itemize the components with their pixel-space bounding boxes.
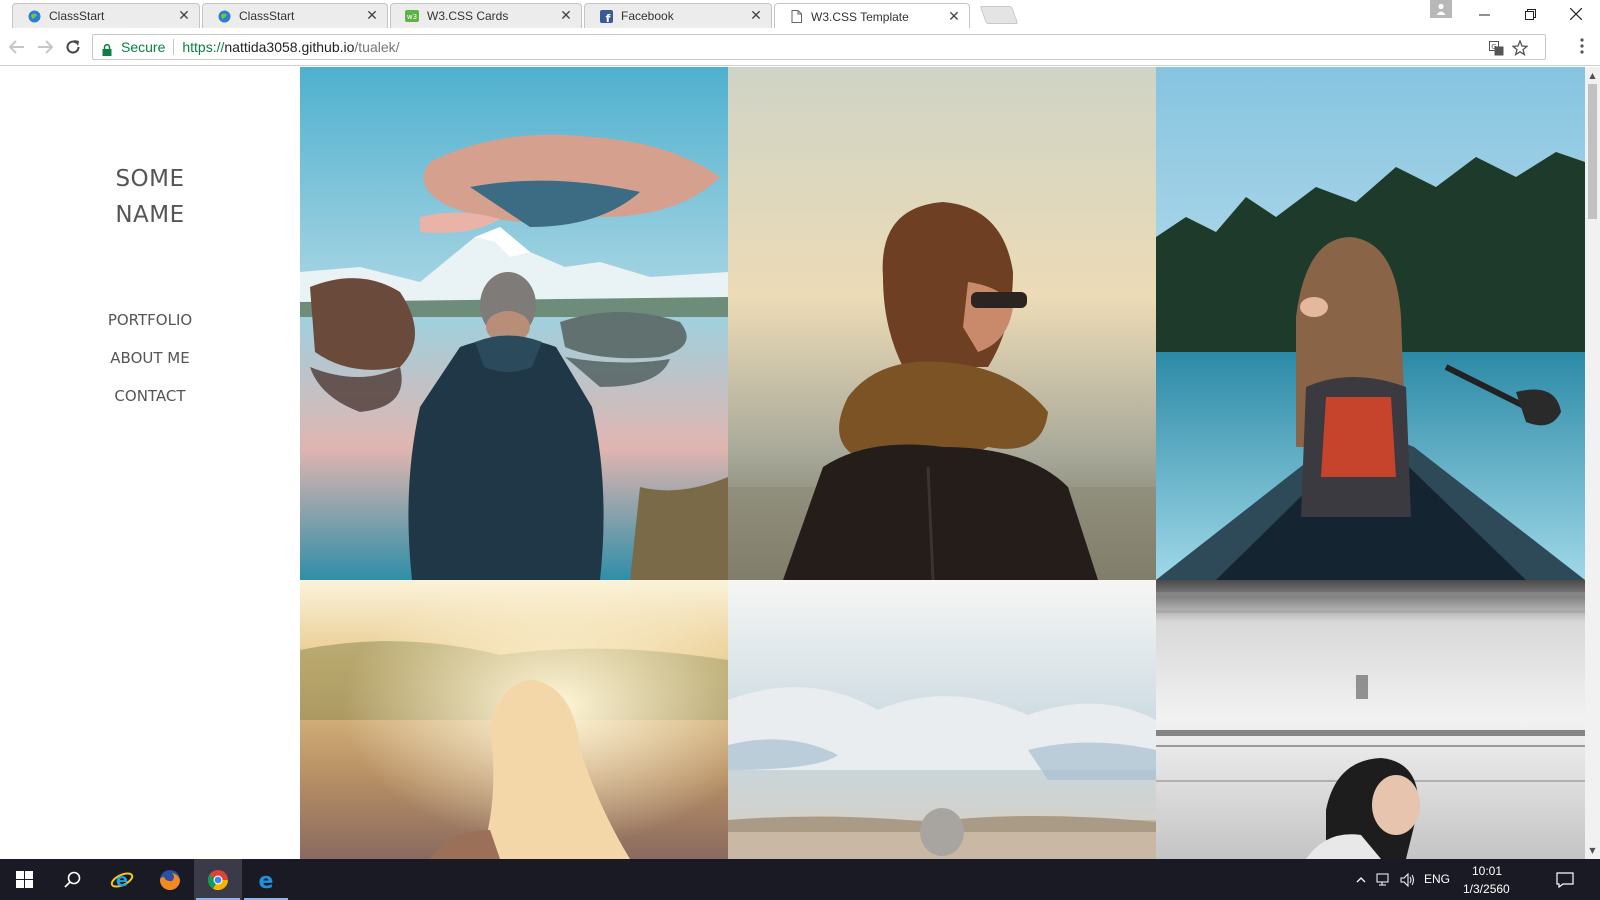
minimize-icon[interactable] bbox=[1461, 0, 1507, 28]
address-bar[interactable]: Secure https://nattida3058.github.io/tua… bbox=[92, 34, 1546, 60]
scroll-down-icon[interactable]: ▼ bbox=[1585, 843, 1600, 858]
show-hidden-icons-icon[interactable] bbox=[1350, 859, 1372, 900]
facebook-icon: f bbox=[599, 9, 613, 23]
firefox-icon[interactable] bbox=[146, 859, 194, 900]
back-icon[interactable] bbox=[6, 36, 28, 58]
page-icon bbox=[789, 10, 803, 24]
url-scheme: https:// bbox=[182, 39, 225, 55]
close-tab-icon[interactable]: ✕ bbox=[947, 10, 961, 24]
nav-link-portfolio[interactable]: PORTFOLIO bbox=[0, 311, 300, 329]
woman-canoe-lake-photo[interactable] bbox=[1156, 67, 1585, 580]
translate-icon[interactable]: G bbox=[1487, 39, 1505, 57]
site-name: SOME NAME bbox=[0, 161, 300, 233]
action-center-icon[interactable] bbox=[1545, 859, 1585, 900]
blonde-woman-sunlight-photo[interactable] bbox=[300, 580, 728, 859]
windows-taskbar: e e ENG 10:01 1/3/2560 bbox=[0, 859, 1600, 900]
internet-explorer-icon[interactable]: e bbox=[98, 859, 146, 900]
photo-gallery bbox=[300, 67, 1585, 859]
browser-tab-strip: ClassStart ✕ ClassStart ✕ w3 W3.CSS Card… bbox=[0, 0, 1600, 29]
man-mountain-lake-photo[interactable] bbox=[300, 67, 728, 580]
volume-icon[interactable] bbox=[1396, 859, 1420, 900]
edge-icon[interactable]: e bbox=[242, 859, 290, 900]
profile-icon[interactable] bbox=[1430, 0, 1452, 18]
language-indicator[interactable]: ENG bbox=[1424, 872, 1450, 886]
tab-title: W3.CSS Cards bbox=[427, 9, 509, 23]
tab-title: ClassStart bbox=[49, 9, 105, 23]
browser-tab-w3css-template[interactable]: W3.CSS Template ✕ bbox=[774, 3, 970, 29]
svg-text:f: f bbox=[605, 12, 610, 23]
scroll-up-icon[interactable]: ▲ bbox=[1585, 68, 1600, 83]
forward-icon[interactable] bbox=[34, 36, 56, 58]
svg-text:w3: w3 bbox=[407, 13, 417, 21]
restore-icon[interactable] bbox=[1507, 0, 1553, 28]
new-tab-button[interactable] bbox=[979, 6, 1019, 24]
url-path: /tualek/ bbox=[354, 39, 400, 55]
bookmark-star-icon[interactable] bbox=[1511, 39, 1529, 57]
w3-icon: w3 bbox=[405, 9, 419, 23]
close-tab-icon[interactable]: ✕ bbox=[177, 9, 191, 23]
nav-link-about-me[interactable]: ABOUT ME bbox=[0, 349, 300, 367]
clock-time[interactable]: 10:01 bbox=[1472, 864, 1502, 878]
secure-label: Secure bbox=[121, 39, 166, 55]
tab-title: ClassStart bbox=[239, 9, 295, 23]
browser-tab-w3css-cards[interactable]: w3 W3.CSS Cards ✕ bbox=[390, 3, 582, 28]
clock-date[interactable]: 1/3/2560 bbox=[1463, 882, 1510, 896]
browser-tab-classstart-1[interactable]: ClassStart ✕ bbox=[12, 3, 200, 28]
nav-link-contact[interactable]: CONTACT bbox=[0, 387, 300, 405]
chrome-menu-icon[interactable] bbox=[1574, 38, 1590, 58]
network-icon[interactable] bbox=[1372, 859, 1396, 900]
page-viewport: SOME NAME PORTFOLIO ABOUT ME CONTACT ▲ ▼ bbox=[0, 67, 1600, 859]
tab-title: Facebook bbox=[621, 9, 674, 23]
svg-text:G: G bbox=[1491, 43, 1496, 51]
close-tab-icon[interactable]: ✕ bbox=[559, 9, 573, 23]
svg-text:e: e bbox=[259, 869, 274, 892]
globe-icon bbox=[217, 9, 231, 23]
person-scarf-sunglasses-photo[interactable] bbox=[728, 67, 1156, 580]
site-name-line-1: SOME bbox=[115, 166, 185, 192]
lock-icon bbox=[102, 41, 114, 56]
start-windows-icon[interactable] bbox=[0, 859, 48, 900]
elderly-person-clouds-photo[interactable] bbox=[728, 580, 1156, 859]
site-name-line-2: NAME bbox=[115, 202, 185, 228]
svg-text:e: e bbox=[116, 870, 128, 891]
close-tab-icon[interactable]: ✕ bbox=[749, 9, 763, 23]
globe-icon bbox=[27, 9, 41, 23]
close-window-icon[interactable] bbox=[1553, 0, 1599, 28]
browser-tab-facebook[interactable]: f Facebook ✕ bbox=[584, 3, 772, 28]
omnibox-separator bbox=[173, 39, 175, 55]
page-scrollbar[interactable]: ▲ ▼ bbox=[1585, 67, 1600, 859]
close-tab-icon[interactable]: ✕ bbox=[365, 9, 379, 23]
scroll-thumb[interactable] bbox=[1588, 84, 1597, 219]
tab-title: W3.CSS Template bbox=[811, 9, 909, 24]
woman-train-blur-photo[interactable] bbox=[1156, 580, 1585, 859]
search-icon[interactable] bbox=[48, 859, 96, 900]
browser-tab-classstart-2[interactable]: ClassStart ✕ bbox=[202, 3, 388, 28]
chrome-icon[interactable] bbox=[194, 859, 242, 900]
reload-icon[interactable] bbox=[62, 36, 84, 58]
url-text[interactable]: https://nattida3058.github.io/tualek/ bbox=[182, 39, 399, 55]
sidebar: SOME NAME PORTFOLIO ABOUT ME CONTACT bbox=[0, 67, 300, 859]
browser-toolbar: Secure https://nattida3058.github.io/tua… bbox=[0, 28, 1600, 66]
url-host: nattida3058.github.io bbox=[224, 39, 355, 55]
